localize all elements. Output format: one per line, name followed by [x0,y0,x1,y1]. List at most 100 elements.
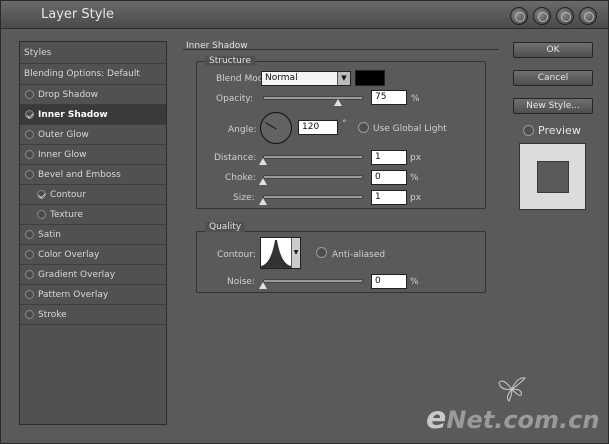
size-unit: px [410,193,422,203]
style-checkbox[interactable] [25,230,34,239]
title-button-2-icon[interactable] [533,7,551,25]
blending-options[interactable]: Blending Options: Default [20,64,166,85]
style-item-stroke[interactable]: Stroke [20,305,166,325]
blend-mode-select[interactable]: Normal ▼ [261,71,351,86]
style-checkbox[interactable] [25,130,34,139]
blending-options-label: Blending Options: Default [24,69,140,79]
title-button-1-icon[interactable] [510,7,528,25]
choke-slider-thumb[interactable] [259,178,267,185]
style-checkbox[interactable] [37,210,46,219]
style-checkbox[interactable] [37,190,46,199]
title-button-3-icon[interactable] [556,7,574,25]
style-checkbox[interactable] [25,310,34,319]
style-item-label: Pattern Overlay [38,290,109,300]
noise-unit: % [410,277,419,287]
opacity-input[interactable]: 75 [371,90,407,105]
angle-label: Angle: [228,125,257,135]
opacity-slider-thumb[interactable] [334,99,342,106]
style-item-label: Satin [38,230,61,240]
watermark-text: Net.com.cn [446,406,600,434]
style-item-texture[interactable]: Texture [20,205,166,225]
preview-checkbox[interactable] [523,125,534,136]
shadow-color-swatch[interactable] [355,70,385,86]
style-checkbox[interactable] [25,110,34,119]
preview-swatch [519,143,586,210]
anti-aliased-checkbox[interactable] [316,247,327,258]
style-item-label: Inner Glow [38,150,87,160]
styles-header-label: Styles [24,48,52,58]
style-item-outer-glow[interactable]: Outer Glow [20,125,166,145]
style-item-label: Gradient Overlay [38,270,116,280]
global-light-checkbox[interactable] [358,122,369,133]
style-item-drop-shadow[interactable]: Drop Shadow [20,85,166,105]
style-item-label: Texture [50,210,83,220]
distance-unit: px [410,153,422,163]
style-item-label: Drop Shadow [38,90,99,100]
style-item-bevel-and-emboss[interactable]: Bevel and Emboss [20,165,166,185]
preview-label: Preview [538,124,581,137]
noise-slider[interactable] [263,279,363,283]
cancel-button[interactable]: Cancel [513,70,593,86]
style-item-label: Bevel and Emboss [38,170,121,180]
choke-label: Choke: [225,173,256,183]
opacity-unit: % [411,94,420,104]
ok-button[interactable]: OK [513,42,593,58]
close-icon[interactable] [579,7,597,25]
style-item-label: Color Overlay [38,250,100,260]
section-divider [183,49,499,50]
chevron-down-icon[interactable]: ▼ [337,72,350,85]
style-item-satin[interactable]: Satin [20,225,166,245]
angle-dial[interactable] [260,112,292,144]
size-slider[interactable] [263,195,363,199]
watermark: eNet.com.cn [426,401,599,436]
styles-header[interactable]: Styles [20,42,166,64]
style-item-label: Inner Shadow [38,110,108,120]
chevron-down-icon[interactable]: ▼ [291,238,300,268]
style-item-gradient-overlay[interactable]: Gradient Overlay [20,265,166,285]
opacity-slider[interactable] [263,96,363,100]
choke-input[interactable]: 0 [371,170,407,185]
contour-picker[interactable]: ▼ [260,237,301,269]
contour-curve-icon [261,240,291,268]
size-input[interactable]: 1 [371,190,407,205]
style-checkbox[interactable] [25,150,34,159]
title-bar: Layer Style [1,1,608,29]
noise-slider-thumb[interactable] [259,282,267,289]
style-item-label: Outer Glow [38,130,89,140]
angle-input[interactable]: 120 [298,120,338,135]
choke-slider[interactable] [263,175,363,179]
noise-input[interactable]: 0 [371,274,407,289]
style-item-label: Stroke [38,310,67,320]
style-checkbox[interactable] [25,270,34,279]
style-checkbox[interactable] [25,290,34,299]
style-item-inner-shadow[interactable]: Inner Shadow [20,105,166,125]
global-light-label: Use Global Light [373,124,447,134]
style-checkbox[interactable] [25,250,34,259]
styles-list: Styles Blending Options: Default Drop Sh… [19,41,167,425]
angle-needle [264,122,277,130]
watermark-e: e [426,401,447,436]
new-style-button[interactable]: New Style... [513,98,593,114]
style-item-color-overlay[interactable]: Color Overlay [20,245,166,265]
contour-label: Contour: [217,250,256,260]
butterfly-icon [498,377,526,402]
distance-slider[interactable] [263,155,363,159]
style-checkbox[interactable] [25,90,34,99]
layer-style-dialog: Layer Style Styles Blending Options: Def… [0,0,609,444]
preview-square [537,161,569,193]
distance-input[interactable]: 1 [371,150,407,165]
angle-unit: ° [342,119,347,129]
style-item-inner-glow[interactable]: Inner Glow [20,145,166,165]
style-item-pattern-overlay[interactable]: Pattern Overlay [20,285,166,305]
style-checkbox[interactable] [25,170,34,179]
quality-title: Quality [205,222,246,232]
size-label: Size: [233,193,255,203]
style-item-contour[interactable]: Contour [20,185,166,205]
style-item-label: Contour [50,190,86,200]
distance-label: Distance: [214,153,257,163]
distance-slider-thumb[interactable] [259,158,267,165]
size-slider-thumb[interactable] [259,198,267,205]
blend-mode-value: Normal [265,73,298,83]
window-title: Layer Style [41,7,115,22]
noise-label: Noise: [227,277,255,287]
